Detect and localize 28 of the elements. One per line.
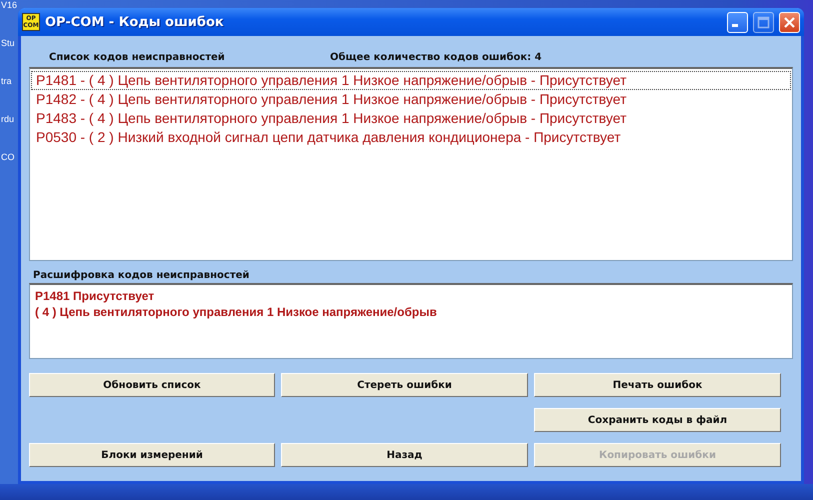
decode-text: ( 4 ) Цепь вентиляторного управления 1 Низкое напряжение/обрыв bbox=[35, 304, 438, 320]
desktop-icon-label[interactable]: V16 bbox=[0, 0, 18, 10]
total-count-label: Общее количество кодов ошибок: 4 bbox=[330, 52, 542, 63]
fault-code-item[interactable]: P0530 - ( 2 ) Низкий входной сигнал цепи датчика давления кондиционера - Присутствует bbox=[31, 128, 791, 147]
action-button[interactable]: Печать ошибок bbox=[534, 373, 781, 397]
fault-code-item[interactable]: P1483 - ( 4 ) Цепь вентиляторного управления 1 Низкое напряжение/обрыв - Присутствует bbox=[31, 109, 791, 128]
close-button[interactable] bbox=[779, 12, 800, 32]
maximize-button[interactable] bbox=[753, 12, 774, 32]
action-button[interactable]: Обновить список bbox=[29, 373, 275, 397]
close-icon bbox=[783, 16, 796, 28]
maximize-icon bbox=[757, 16, 770, 28]
action-button[interactable]: Стереть ошибки bbox=[281, 373, 528, 397]
window-title: OP-COM - Коды ошибок bbox=[45, 14, 225, 30]
desktop-icon-label[interactable]: Stu bbox=[0, 38, 15, 48]
decode-label: Расшифровка кодов неисправностей bbox=[32, 269, 250, 283]
action-button[interactable]: Блоки измерений bbox=[29, 443, 275, 467]
minimize-button[interactable] bbox=[727, 12, 748, 32]
fault-code-item[interactable]: P1481 - ( 4 ) Цепь вентиляторного управления 1 Низкое напряжение/обрыв - Присутствует bbox=[31, 71, 791, 90]
desktop-icon-label[interactable]: tra bbox=[0, 76, 12, 86]
desktop-icon-label[interactable]: rdu bbox=[0, 114, 14, 124]
fault-code-item[interactable]: P1482 - ( 4 ) Цепь вентиляторного управления 1 Низкое напряжение/обрыв - Присутствует bbox=[31, 90, 791, 109]
list-label: Список кодов неисправностей bbox=[49, 52, 226, 63]
desktop-icon-label[interactable]: CO bbox=[0, 152, 14, 162]
minimize-icon bbox=[732, 24, 738, 26]
action-button[interactable]: Сохранить коды в файл bbox=[534, 408, 781, 432]
action-button[interactable]: Назад bbox=[281, 443, 528, 467]
decode-text: P1481 Присутствует bbox=[35, 288, 156, 304]
fault-code-list[interactable] bbox=[29, 67, 793, 261]
